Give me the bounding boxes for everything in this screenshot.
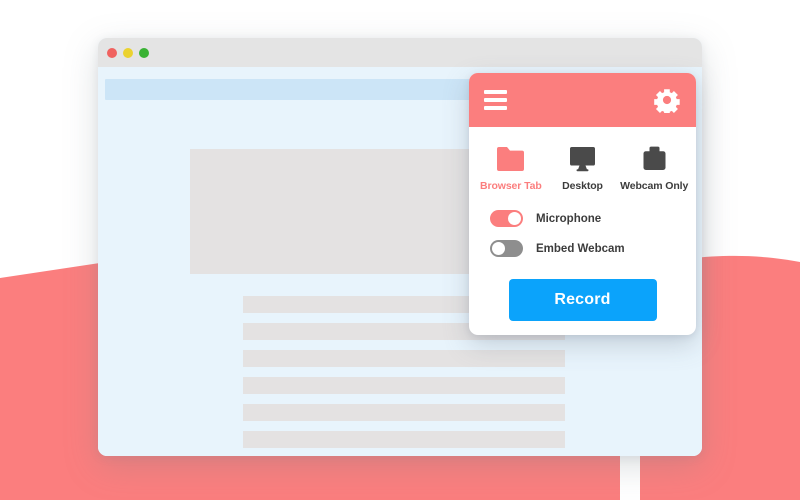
source-option-browser-tab[interactable]: Browser Tab — [475, 141, 547, 192]
toggle-row-embed-webcam[interactable]: Embed Webcam — [490, 240, 696, 257]
traffic-light-minimize-icon[interactable] — [123, 47, 133, 58]
microphone-toggle-label: Microphone — [536, 212, 602, 225]
embed-webcam-toggle-label: Embed Webcam — [536, 242, 625, 255]
recorder-panel-header — [469, 73, 696, 127]
source-option-label: Webcam Only — [620, 180, 689, 192]
embed-webcam-toggle-switch[interactable] — [490, 240, 523, 257]
toggle-row-microphone[interactable]: Microphone — [490, 210, 696, 227]
screen-recorder-panel: Browser Tab Desktop Webcam Only Micropho… — [469, 73, 696, 335]
camera-icon — [639, 141, 670, 173]
text-placeholder-line — [243, 404, 565, 421]
record-button[interactable]: Record — [508, 279, 657, 321]
monitor-icon — [567, 141, 598, 173]
recorder-panel-body: Browser Tab Desktop Webcam Only Micropho… — [469, 127, 696, 321]
folder-icon — [495, 141, 526, 173]
traffic-light-maximize-icon[interactable] — [139, 47, 149, 58]
source-option-label: Browser Tab — [479, 180, 542, 192]
text-placeholder-line — [243, 377, 565, 394]
toggle-knob — [508, 212, 521, 225]
microphone-toggle-switch[interactable] — [490, 210, 523, 227]
toggle-knob — [492, 242, 505, 255]
text-placeholder-line — [243, 431, 565, 448]
recorder-options-list: Microphone Embed Webcam — [469, 210, 696, 257]
text-placeholder-line — [243, 350, 565, 367]
source-option-label: Desktop — [562, 180, 603, 192]
gear-icon[interactable] — [654, 87, 680, 115]
capture-source-picker: Browser Tab Desktop Webcam Only — [469, 141, 696, 192]
browser-titlebar — [98, 38, 702, 67]
source-option-webcam-only[interactable]: Webcam Only — [618, 141, 690, 192]
hamburger-menu-icon[interactable] — [484, 90, 507, 110]
traffic-light-close-icon[interactable] — [107, 47, 117, 58]
source-option-desktop[interactable]: Desktop — [547, 141, 619, 192]
